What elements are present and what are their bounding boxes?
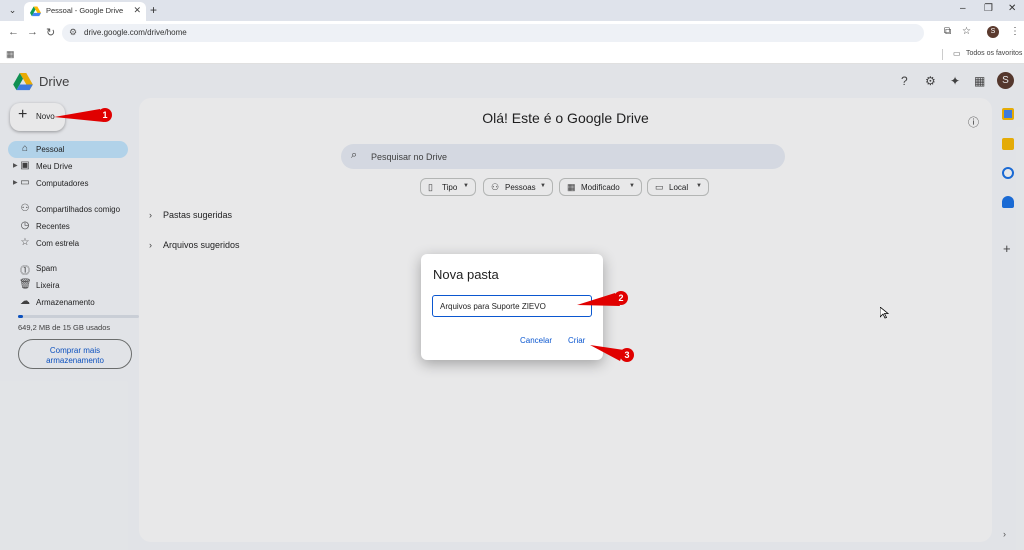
apps-grid-icon[interactable]: ▦ [6, 49, 15, 60]
folder-name-input[interactable] [432, 295, 592, 317]
tab-title: Pessoal - Google Drive [46, 6, 124, 15]
tab-close-icon[interactable]: ✕ [133, 5, 141, 16]
browser-menu-icon[interactable]: ⋮ [1010, 26, 1020, 37]
drive-favicon-icon [30, 6, 41, 17]
mouse-cursor-icon [880, 307, 889, 319]
browser-tab[interactable]: Pessoal - Google Drive ✕ [24, 2, 146, 21]
install-app-icon[interactable]: ⧉ [944, 26, 951, 37]
browser-profile-avatar[interactable]: S [987, 26, 999, 38]
restore-icon[interactable]: ❐ [984, 3, 993, 14]
reload-icon[interactable]: ↻ [46, 26, 55, 39]
all-bookmarks-link[interactable]: Todos os favoritos [966, 50, 1022, 57]
cancel-button[interactable]: Cancelar [520, 336, 552, 345]
back-icon[interactable]: ← [8, 26, 19, 38]
url-text: drive.google.com/drive/home [84, 28, 187, 37]
annotation-callout-2: 2 [614, 291, 628, 305]
new-tab-icon[interactable]: + [150, 3, 157, 17]
bookmark-star-icon[interactable]: ☆ [962, 26, 971, 37]
site-settings-icon[interactable]: ⚙ [69, 27, 77, 38]
create-button[interactable]: Criar [568, 336, 585, 345]
browser-tab-strip: ⌄ Pessoal - Google Drive ✕ + – ❐ ✕ [0, 0, 1024, 21]
bookmarks-divider [942, 49, 943, 60]
folder-icon: ▭ [953, 49, 961, 58]
minimize-icon[interactable]: – [960, 3, 966, 14]
tab-search-icon[interactable]: ⌄ [5, 3, 20, 18]
new-folder-dialog: Nova pasta Cancelar Criar [421, 254, 603, 360]
forward-icon[interactable]: → [27, 26, 38, 38]
address-bar[interactable]: ⚙ drive.google.com/drive/home [62, 24, 924, 42]
browser-toolbar: ← → ↻ ⚙ drive.google.com/drive/home ⧉ ☆ … [0, 21, 1024, 45]
annotation-callout-3: 3 [620, 348, 634, 362]
annotation-callout-1: 1 [98, 108, 112, 122]
bookmarks-bar: ▦ ▭ Todos os favoritos [0, 45, 1024, 64]
dialog-title: Nova pasta [433, 267, 499, 282]
close-window-icon[interactable]: ✕ [1008, 3, 1016, 14]
